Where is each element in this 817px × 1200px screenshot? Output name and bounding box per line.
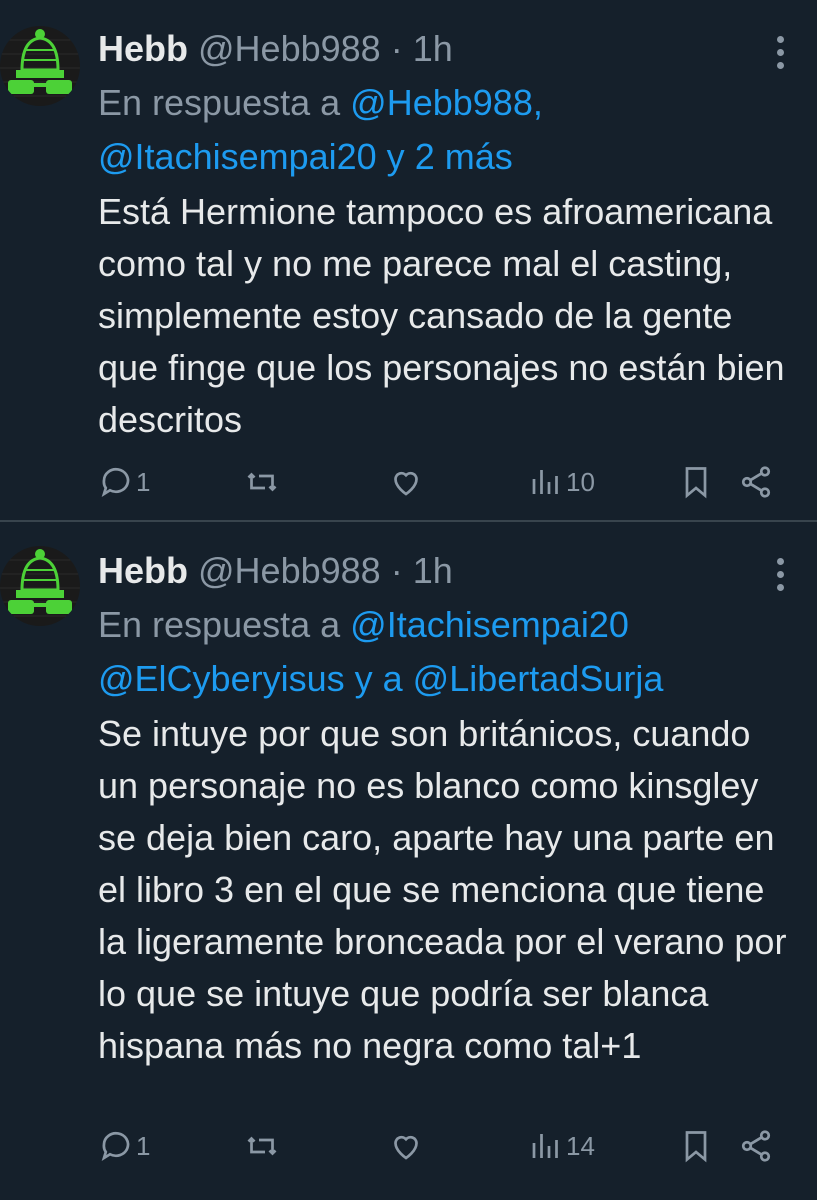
mention-link[interactable]: @Itachisempai20: [350, 604, 629, 645]
separator: ·: [390, 550, 403, 591]
tweet-text: Está Hermione tampoco es afroamericana c…: [98, 191, 785, 440]
like-button[interactable]: [388, 1126, 424, 1166]
mention-link[interactable]: @ElCyberyisus: [98, 658, 345, 699]
avatar[interactable]: [0, 26, 80, 106]
tweet-text: Se intuye por que son británicos, cuando…: [98, 713, 787, 1066]
tweet[interactable]: Hebb @Hebb988 · 1h En respuesta a @Hebb9…: [0, 0, 817, 520]
avatar-icon: [0, 546, 80, 626]
like-icon: [394, 1135, 418, 1160]
action-bar: 1 10: [98, 462, 783, 502]
views-button[interactable]: 14: [528, 1126, 595, 1166]
bookmark-button[interactable]: [678, 462, 714, 502]
views-icon: [532, 470, 558, 494]
mention-link[interactable]: @LibertadSurja: [413, 658, 664, 699]
share-icon: [741, 1130, 771, 1162]
tweet-header: Hebb @Hebb988 · 1h: [98, 22, 793, 76]
tweet[interactable]: Hebb @Hebb988 · 1h En respuesta a @Itach…: [0, 520, 817, 1200]
avatar-icon: [0, 26, 80, 106]
like-button[interactable]: [388, 462, 424, 502]
timestamp[interactable]: 1h: [413, 550, 453, 591]
retweet-button[interactable]: [244, 462, 280, 502]
mention-link[interactable]: @Hebb988,: [350, 82, 543, 123]
reply-button[interactable]: 1: [98, 1126, 150, 1166]
replying-to: En respuesta a @Itachisempai20 @ElCybery…: [98, 598, 793, 706]
like-icon: [394, 471, 418, 496]
avatar[interactable]: [0, 546, 80, 626]
display-name[interactable]: Hebb: [98, 28, 188, 69]
timestamp[interactable]: 1h: [413, 28, 453, 69]
retweet-icon: [247, 472, 277, 492]
user-handle[interactable]: @Hebb988: [198, 550, 381, 591]
bookmark-button[interactable]: [678, 1126, 714, 1166]
reply-join: y a: [354, 658, 403, 699]
display-name[interactable]: Hebb: [98, 550, 188, 591]
tweet-content: Hebb @Hebb988 · 1h En respuesta a @Hebb9…: [98, 22, 793, 446]
share-button[interactable]: [738, 1126, 774, 1166]
reply-prefix: En respuesta a: [98, 82, 341, 123]
tweet-header: Hebb @Hebb988 · 1h: [98, 544, 793, 598]
reply-prefix: En respuesta a: [98, 604, 341, 645]
bookmark-icon: [685, 467, 707, 499]
reply-count: 1: [136, 1130, 151, 1161]
user-handle[interactable]: @Hebb988: [198, 28, 381, 69]
views-icon: [532, 1134, 558, 1158]
mention-link[interactable]: @Itachisempai20 y 2 más: [98, 136, 513, 177]
share-icon: [741, 466, 771, 498]
retweet-button[interactable]: [244, 1126, 280, 1166]
views-button[interactable]: 10: [528, 462, 595, 502]
reply-count: 1: [136, 466, 151, 497]
views-count: 14: [566, 1130, 595, 1161]
reply-button[interactable]: 1: [98, 462, 150, 502]
reply-icon: [101, 1131, 130, 1162]
share-button[interactable]: [738, 462, 774, 502]
reply-icon: [101, 467, 130, 498]
retweet-icon: [247, 1136, 277, 1156]
views-count: 10: [566, 466, 595, 497]
replying-to: En respuesta a @Hebb988, @Itachisempai20…: [98, 76, 793, 184]
bookmark-icon: [685, 1131, 707, 1163]
tweet-content: Hebb @Hebb988 · 1h En respuesta a @Itach…: [98, 544, 793, 1072]
separator: ·: [390, 28, 403, 69]
action-bar: 1 14: [98, 1126, 783, 1166]
